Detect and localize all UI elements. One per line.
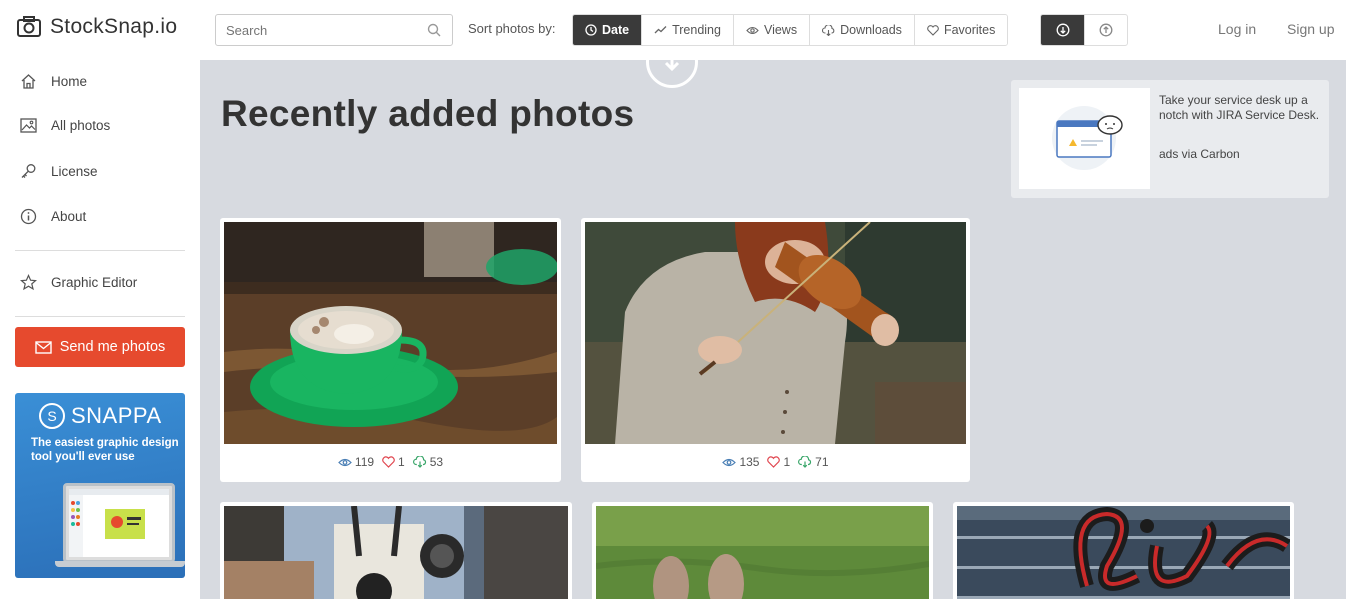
likes-stat[interactable]: 1 [767,455,790,469]
sort-views-label: Views [763,23,798,37]
page-title: Recently added photos [221,93,635,134]
sidebar-item-about[interactable]: About [20,208,86,225]
snappa-name: SNAPPA [71,403,162,428]
eye-icon [722,458,737,466]
sidebar-item-all-photos[interactable]: All photos [20,118,110,133]
logo[interactable]: StockSnap.io [16,15,177,39]
sidebar: Home All photos License About Graphic Ed… [0,60,200,599]
photo-card[interactable] [220,502,572,599]
sort-bar: Date Trending Views Downloads Favorites [572,14,1009,46]
sidebar-item-label: Graphic Editor [51,275,138,290]
sidebar-item-graphic-editor[interactable]: Graphic Editor [20,274,137,291]
clock-icon [585,24,597,36]
eye-icon [338,458,352,466]
snappa-ad-banner[interactable]: S SNAPPA The easiest graphic design tool… [15,393,185,578]
downloads-count: 71 [815,455,829,469]
snappa-tagline: The easiest graphic design tool you'll e… [31,437,179,463]
download-circle-icon [646,60,698,88]
photo-card[interactable]: 119 1 53 [220,218,561,482]
views-count: 119 [354,455,375,469]
logo-text: StockSnap.io [50,15,178,38]
photo-card[interactable] [953,502,1294,599]
arrow-down-circle-icon [1056,23,1069,37]
sort-date-label: Date [602,23,630,37]
carbon-ad[interactable]: Take your service desk up a notch with J… [1011,80,1329,198]
cloud-download-icon [798,456,812,468]
laptop-base [55,561,185,567]
sidebar-divider [15,316,185,317]
send-me-photos-label: Send me photos [59,339,166,355]
snappa-logo: S SNAPPA [39,403,162,429]
sort-descending-button[interactable] [1041,15,1084,45]
search-icon[interactable] [427,23,441,37]
trend-icon [654,26,667,34]
snappa-logo-mark: S [39,403,65,429]
ad-via-carbon: ads via Carbon [1159,147,1240,161]
sidebar-item-label: Home [51,74,88,89]
top-header: StockSnap.io Sort photos by: Date Trendi… [0,0,1346,60]
sort-favorites-label: Favorites [943,23,996,37]
key-icon [21,164,36,178]
views-count: 135 [739,455,760,469]
sidebar-item-home[interactable]: Home [20,73,87,90]
sort-ascending-button[interactable] [1084,15,1127,45]
heart-icon [927,24,939,36]
views-stat: 135 [722,455,759,469]
search-box [215,14,453,46]
views-stat: 119 [338,455,374,469]
downloads-count: 53 [429,455,444,469]
search-input[interactable] [216,15,416,45]
photo-stats: 119 1 53 [220,455,561,469]
order-toggle [1040,14,1128,46]
sort-downloads-button[interactable]: Downloads [809,15,914,45]
photo-man-with-camera[interactable] [224,506,568,599]
likes-count: 1 [783,455,791,469]
cloud-download-icon [822,24,835,36]
photo-card[interactable] [592,502,933,599]
send-me-photos-button[interactable]: Send me photos [15,327,185,367]
mail-icon [34,340,52,354]
heart-icon [382,456,395,468]
sort-views-button[interactable]: Views [732,15,810,45]
eye-icon [746,26,759,34]
star-icon [20,274,37,291]
sidebar-item-license[interactable]: License [20,163,98,180]
sort-trending-label: Trending [672,23,721,37]
photo-live-sign[interactable] [957,506,1290,599]
heart-icon [767,456,781,468]
login-link[interactable]: Log in [1218,21,1256,37]
sidebar-divider [15,250,185,251]
likes-stat[interactable]: 1 [382,455,405,469]
image-icon [20,118,37,133]
sidebar-item-label: License [51,164,98,179]
camera-icon [17,16,41,37]
main-content: Recently added photos Take your service … [200,60,1346,599]
photo-stats: 135 1 71 [581,455,970,469]
downloads-stat[interactable]: 53 [412,455,444,469]
likes-count: 1 [398,455,405,469]
photo-feet-on-grass[interactable] [596,506,929,599]
ad-text: Take your service desk up a notch with J… [1159,93,1320,122]
photo-coffee-cup[interactable] [224,222,557,444]
sidebar-item-label: All photos [51,118,111,133]
sidebar-item-label: About [51,209,87,224]
photo-violin-player[interactable] [585,222,966,444]
ad-image [1019,88,1150,189]
sort-label: Sort photos by: [468,21,556,36]
signup-link[interactable]: Sign up [1287,21,1334,37]
sort-favorites-button[interactable]: Favorites [913,15,1008,45]
photo-card[interactable]: 135 1 71 [581,218,970,482]
info-icon [20,208,37,225]
home-icon [21,74,36,89]
cloud-download-icon [412,456,426,468]
laptop-illustration [63,483,175,563]
arrow-up-circle-icon [1099,23,1113,37]
downloads-stat[interactable]: 71 [798,455,829,469]
sort-trending-button[interactable]: Trending [641,15,733,45]
sort-date-button[interactable]: Date [573,15,642,45]
sort-downloads-label: Downloads [840,23,902,37]
